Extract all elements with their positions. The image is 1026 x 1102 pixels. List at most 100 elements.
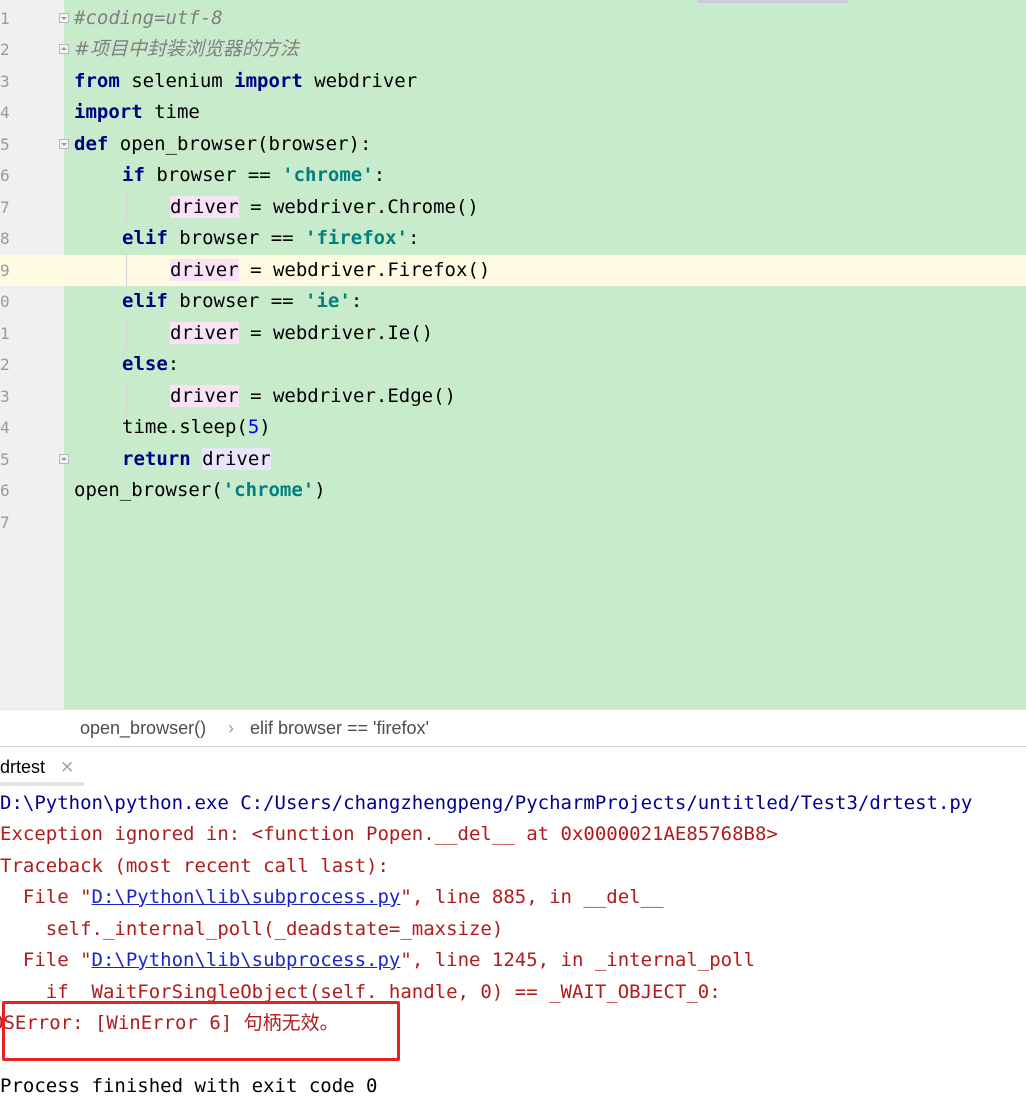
line-number: 3 [0,72,10,91]
fold-marker-icon[interactable] [59,139,69,149]
variable-highlight: driver [202,448,271,470]
code-line: return driver [122,444,271,475]
code-text: webdriver [302,70,418,92]
line-number: 3 [0,387,10,406]
console-line: Traceback (most recent call last): [0,855,389,877]
line-number: 5 [0,450,10,469]
console-line: Exception ignored in: <function Popen.__… [0,823,778,845]
breadcrumb-item[interactable]: elif browser == 'firefox' [250,718,429,739]
code-line: else: [122,349,179,380]
keyword: elif [122,227,168,249]
error-highlight-box [2,1001,400,1061]
line-number: 2 [0,355,10,374]
code-text: open_browser( [74,479,223,501]
code-text: = webdriver.Edge() [238,385,456,407]
code-line: elif browser == 'firefox': [122,223,419,254]
code-line: driver = webdriver.Ie() [170,318,433,349]
code-line: elif browser == 'ie': [122,286,362,317]
run-tab-drtest[interactable]: drtest [0,747,45,786]
code-text: : [350,290,363,312]
line-number: 6 [0,166,10,185]
code-area[interactable] [64,0,1026,709]
code-line: import time [74,97,200,128]
code-text: browser == [144,164,283,186]
keyword: import [234,70,303,92]
keyword: def [74,133,109,155]
indent-guide [126,318,127,349]
keyword: return [122,448,191,470]
line-number: 6 [0,481,10,500]
code-text: browser == [167,290,306,312]
line-number: 1 [0,9,10,28]
run-tab-label: drtest [0,757,46,777]
code-line: open_browser('chrome') [74,475,326,506]
fold-marker-icon[interactable] [59,44,69,54]
string-literal: 'chrome' [222,479,315,501]
line-number: 1 [0,324,10,343]
console-text: ", line 885, in __del__ [400,886,664,908]
keyword: import [74,101,143,123]
code-text: time [142,101,200,123]
line-number: 7 [0,198,10,217]
breadcrumb-item[interactable]: open_browser() [80,718,206,739]
file-link[interactable]: D:\Python\lib\subprocess.py [92,949,401,971]
code-line: #coding=utf-8 [74,7,223,29]
fold-marker-icon[interactable] [59,13,69,23]
breadcrumb-separator-icon: › [228,718,234,738]
keyword: if [122,164,145,186]
code-text: : [373,164,386,186]
line-number: 0 [0,292,10,311]
line-number: 4 [0,418,10,437]
keyword: elif [122,290,168,312]
code-line: #项目中封装浏览器的方法 [74,38,299,60]
indent-guide [126,192,127,223]
console-line: File "D:\Python\lib\subprocess.py", line… [0,882,664,913]
line-number: 8 [0,229,10,248]
fold-marker-icon[interactable] [59,454,69,464]
variable-highlight: driver [170,196,239,218]
code-text: ) [314,479,326,501]
console-line: Process finished with exit code 0 [0,1075,378,1097]
string-literal: 'chrome' [282,164,374,186]
code-line: from selenium import webdriver [74,66,417,97]
code-text: time.sleep( [122,416,248,438]
code-line: if browser == 'chrome': [122,160,385,191]
run-tab-bar: drtest × [0,746,1026,786]
close-icon[interactable]: × [60,757,74,777]
line-number: 9 [0,261,10,280]
code-line: driver = webdriver.Chrome() [170,192,479,223]
code-line: driver = webdriver.Firefox() [170,255,490,286]
code-text: = webdriver.Firefox() [238,259,491,281]
code-text: = webdriver.Ie() [238,322,434,344]
code-line: time.sleep(5) [122,412,271,443]
horizontal-scrollbar-thumb[interactable] [698,0,848,3]
code-editor[interactable]: 1 2 3 4 5 6 7 8 9 0 1 2 3 4 5 6 7 #codin… [0,0,1026,709]
variable-highlight: driver [170,385,239,407]
console-text: File " [0,949,92,971]
code-text: open_browser(browser): [108,133,372,155]
console-line: File "D:\Python\lib\subprocess.py", line… [0,945,755,976]
code-text: : [167,353,180,375]
variable-highlight: driver [170,322,239,344]
code-text: : [408,227,420,249]
code-line: def open_browser(browser): [74,129,371,160]
indent-guide [126,255,127,286]
code-text: ) [259,416,271,438]
line-number: 7 [0,513,10,532]
console-text: ", line 1245, in _internal_poll [400,949,755,971]
line-number: 5 [0,135,10,154]
console-line: D:\Python\python.exe C:/Users/changzheng… [0,792,973,814]
string-literal: 'ie' [305,290,351,312]
console-text: File " [0,886,92,908]
code-text: browser == [167,227,306,249]
line-number: 2 [0,40,10,59]
number-literal: 5 [247,416,260,438]
variable-highlight: driver [170,259,239,281]
keyword: from [74,70,120,92]
indent-guide [126,381,127,412]
code-text: = webdriver.Chrome() [238,196,479,218]
file-link[interactable]: D:\Python\lib\subprocess.py [92,886,401,908]
code-text: selenium [119,70,235,92]
breadcrumb: open_browser() › elif browser == 'firefo… [0,709,1026,746]
